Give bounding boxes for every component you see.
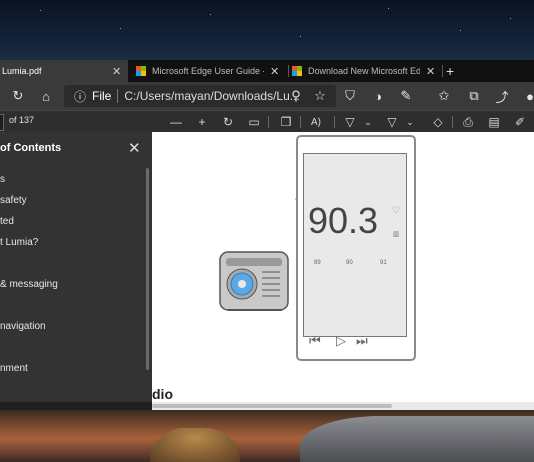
toc-item[interactable]: safety xyxy=(0,195,27,206)
horizontal-scrollbar[interactable] xyxy=(152,402,534,410)
eraser-icon[interactable]: ◇ xyxy=(430,114,446,130)
heart-icon: ♡ xyxy=(392,205,401,215)
page-number-input[interactable] xyxy=(0,114,4,131)
navigation-bar: ↻ ⌂ ⓘ File C:/Users/mayan/Downloads/Lu..… xyxy=(0,82,534,110)
frequency-tick-label: 89 xyxy=(314,260,321,266)
toc-item[interactable]: ted xyxy=(0,216,14,227)
microsoft-logo-icon xyxy=(292,66,302,76)
pen-icon[interactable]: ✎ xyxy=(398,88,414,104)
table-of-contents-panel: of Contents ✕ s safety ted t Lumia? & me… xyxy=(0,132,152,402)
address-divider xyxy=(117,89,119,103)
chevron-down-icon[interactable]: ⌄ xyxy=(360,114,376,130)
favorites-list-icon[interactable]: ✩ xyxy=(436,88,452,104)
play-icon: ▷ xyxy=(336,333,346,348)
toolbar-divider xyxy=(452,116,453,128)
toc-item[interactable]: nment xyxy=(0,363,28,374)
refresh-icon[interactable]: ↻ xyxy=(10,88,26,104)
previous-track-icon: ⏮ xyxy=(309,333,321,348)
collections-icon[interactable]: ⧉ xyxy=(466,88,482,104)
draw-icon[interactable]: ▽ xyxy=(384,114,400,130)
zoom-in-icon[interactable]: + xyxy=(194,114,210,130)
scheme-label: File xyxy=(92,89,112,103)
close-icon[interactable]: ✕ xyxy=(128,139,141,157)
browser-window: Lumia.pdf ✕ Microsoft Edge User Guide - … xyxy=(0,60,534,410)
tab-download-edge[interactable]: Download New Microsoft Edge | ✕ xyxy=(292,60,440,82)
tab-separator xyxy=(288,65,289,77)
save-as-icon[interactable]: ✐ xyxy=(512,114,528,130)
address-url[interactable]: C:/Users/mayan/Downloads/Lu... xyxy=(124,89,299,103)
microsoft-logo-icon xyxy=(136,66,146,76)
rotate-icon[interactable]: ↻ xyxy=(220,114,236,130)
favorite-star-icon[interactable]: ☆ xyxy=(312,88,328,104)
scrollbar-thumb[interactable] xyxy=(152,404,392,408)
new-tab-button[interactable]: + xyxy=(446,60,454,82)
signal-icon: ▥ xyxy=(393,231,400,238)
tab-lumia-pdf[interactable]: Lumia.pdf ✕ xyxy=(0,60,128,82)
desktop-rock xyxy=(300,416,534,462)
next-track-icon: ⏭ xyxy=(356,333,368,348)
close-icon[interactable]: ✕ xyxy=(112,65,121,78)
page-count: of 137 xyxy=(9,115,35,125)
tab-title: Microsoft Edge User Guide - Ma xyxy=(152,66,264,76)
toc-scrollbar[interactable] xyxy=(146,168,149,370)
info-icon[interactable]: ⓘ xyxy=(74,88,86,105)
toc-title: of Contents xyxy=(0,142,62,154)
toolbar-divider xyxy=(268,116,269,128)
toc-item[interactable]: t Lumia? xyxy=(0,237,38,248)
frequency-tick-label: 90 xyxy=(346,260,353,266)
desktop-background-sky xyxy=(0,0,534,60)
section-heading: dio xyxy=(152,386,173,402)
toc-item[interactable]: & messaging xyxy=(0,279,58,290)
home-icon[interactable]: ⌂ xyxy=(38,88,54,104)
toolbar-divider xyxy=(300,116,301,128)
tab-title: Download New Microsoft Edge | xyxy=(308,66,420,76)
close-icon[interactable]: ✕ xyxy=(426,65,435,78)
pdf-page: ♫ ♪ ♪ ♪ 90.3 ♡ ▥ 89 90 xyxy=(152,132,534,402)
phone-screen: 90.3 ♡ ▥ 89 90 91 ⏮ ▷ ⏭ xyxy=(303,153,407,348)
close-icon[interactable]: ✕ xyxy=(270,65,279,78)
save-icon[interactable]: ▤ xyxy=(486,114,502,130)
print-icon[interactable]: ⎙ xyxy=(460,114,476,130)
zoom-icon[interactable]: ⚲ xyxy=(288,88,304,104)
read-aloud-button[interactable]: A) xyxy=(308,114,324,130)
frequency-tick-label: 91 xyxy=(380,260,387,266)
toc-item[interactable]: s xyxy=(0,174,5,185)
shield-icon[interactable]: ⛉ xyxy=(342,88,358,104)
tab-strip: Lumia.pdf ✕ Microsoft Edge User Guide - … xyxy=(0,60,534,82)
pdf-toolbar: of 137 — + ↻ ▭ ❐ A) ▽ ⌄ ▽ ⌄ ◇ ⎙ ▤ ✐ xyxy=(0,110,534,133)
phone-illustration: 90.3 ♡ ▥ 89 90 91 ⏮ ▷ ⏭ xyxy=(296,135,416,361)
extension-icon[interactable]: ◑ xyxy=(370,88,386,104)
highlight-icon[interactable]: ▽ xyxy=(342,114,358,130)
radio-frequency: 90.3 xyxy=(308,200,379,241)
zoom-out-icon[interactable]: — xyxy=(168,114,184,130)
chevron-down-icon[interactable]: ⌄ xyxy=(402,114,418,130)
tab-separator xyxy=(442,65,443,77)
fit-page-icon[interactable]: ▭ xyxy=(246,114,262,130)
tab-edge-user-guide[interactable]: Microsoft Edge User Guide - Ma ✕ xyxy=(136,60,284,82)
profile-avatar-icon[interactable]: ● xyxy=(522,88,534,104)
tab-title: Lumia.pdf xyxy=(2,66,42,76)
toolbar-divider xyxy=(334,116,335,128)
share-icon[interactable]: ⤴ xyxy=(494,88,510,105)
toc-item[interactable]: navigation xyxy=(0,321,46,332)
page-view-icon[interactable]: ❐ xyxy=(278,114,294,130)
